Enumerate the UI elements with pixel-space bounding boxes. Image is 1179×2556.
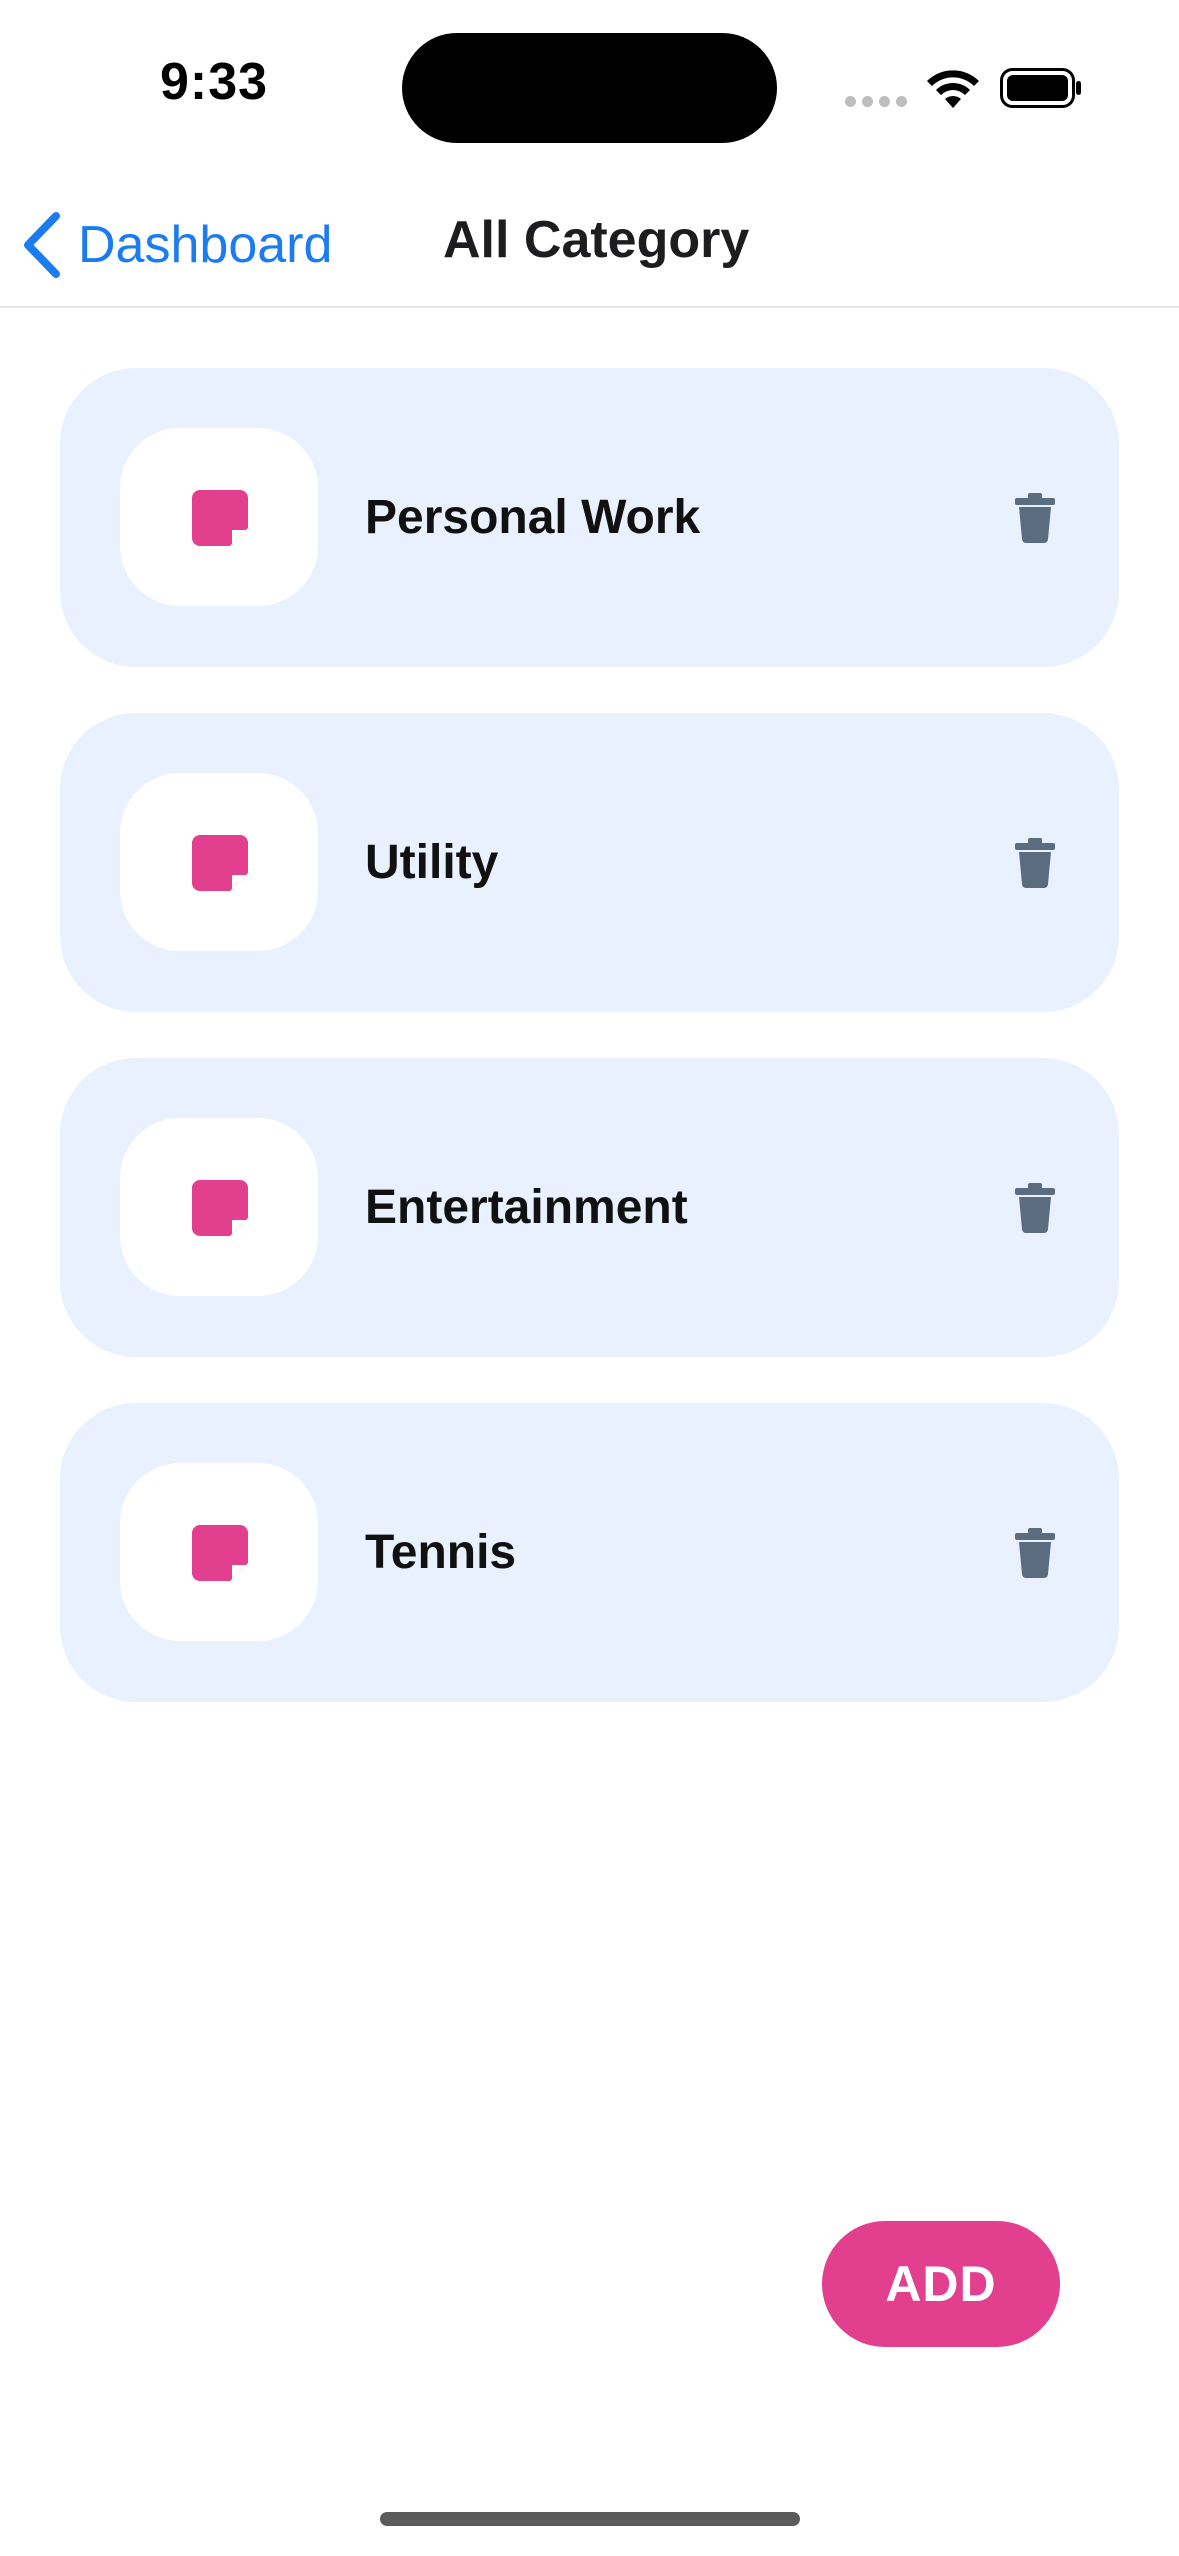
category-icon-container bbox=[120, 1463, 318, 1641]
cellular-signal-icon bbox=[845, 96, 907, 107]
trash-icon bbox=[1015, 493, 1055, 543]
category-name: Personal Work bbox=[365, 491, 701, 544]
note-icon bbox=[192, 1180, 248, 1236]
category-name: Entertainment bbox=[365, 1181, 688, 1234]
battery-icon bbox=[1000, 68, 1081, 108]
category-card[interactable]: Utility bbox=[60, 713, 1119, 1012]
category-name: Tennis bbox=[365, 1526, 517, 1579]
delete-button[interactable] bbox=[1005, 831, 1065, 895]
category-card[interactable]: Entertainment bbox=[60, 1058, 1119, 1357]
navigation-bar: Dashboard All Category bbox=[0, 170, 1179, 308]
back-button[interactable]: Dashboard bbox=[22, 210, 332, 280]
status-bar: 9:33 bbox=[0, 0, 1179, 170]
delete-button[interactable] bbox=[1005, 1176, 1065, 1240]
home-indicator[interactable] bbox=[380, 2512, 800, 2526]
chevron-left-icon bbox=[24, 212, 60, 278]
category-icon-container bbox=[120, 773, 318, 951]
category-icon-container bbox=[120, 428, 318, 606]
note-icon bbox=[192, 835, 248, 891]
note-icon bbox=[192, 1525, 248, 1581]
trash-icon bbox=[1015, 838, 1055, 888]
category-name: Utility bbox=[365, 836, 499, 889]
delete-button[interactable] bbox=[1005, 1521, 1065, 1585]
category-icon-container bbox=[120, 1118, 318, 1296]
category-card[interactable]: Personal Work bbox=[60, 368, 1119, 667]
page-title: All Category bbox=[443, 211, 750, 269]
wifi-icon bbox=[927, 70, 979, 108]
trash-icon bbox=[1015, 1183, 1055, 1233]
dynamic-island bbox=[402, 33, 777, 143]
add-button[interactable]: ADD bbox=[822, 2221, 1060, 2347]
status-time: 9:33 bbox=[160, 53, 269, 111]
delete-button[interactable] bbox=[1005, 486, 1065, 550]
note-icon bbox=[192, 490, 248, 546]
trash-icon bbox=[1015, 1528, 1055, 1578]
back-button-label: Dashboard bbox=[78, 216, 333, 274]
category-card[interactable]: Tennis bbox=[60, 1403, 1119, 1702]
category-list: Personal Work Utility Entertainment Tenn… bbox=[60, 368, 1119, 1702]
